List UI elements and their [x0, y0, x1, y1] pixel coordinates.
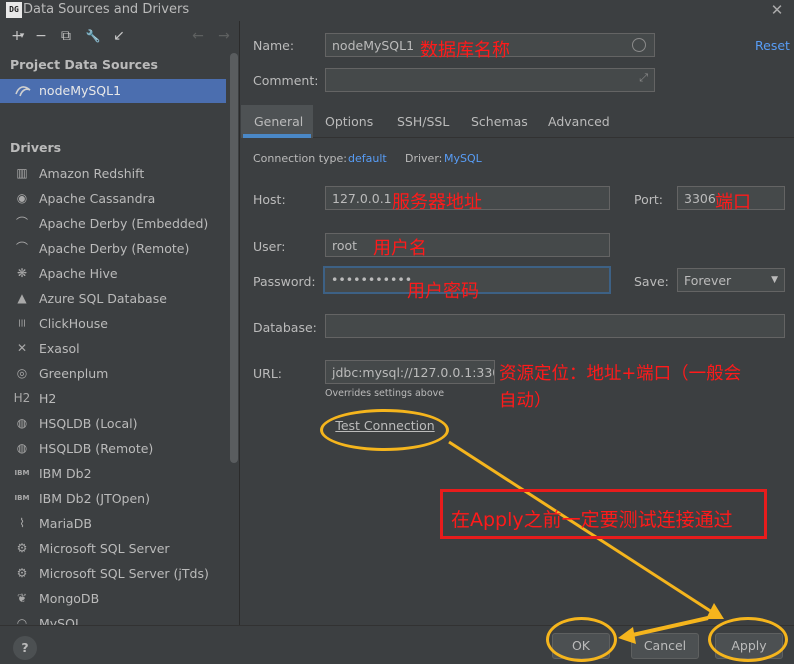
annotation-note: 在Apply之前一定要测试连接通过: [451, 509, 733, 531]
annotation-note-box: 在Apply之前一定要测试连接通过: [440, 489, 767, 539]
annotation-arrows: [448, 440, 724, 644]
